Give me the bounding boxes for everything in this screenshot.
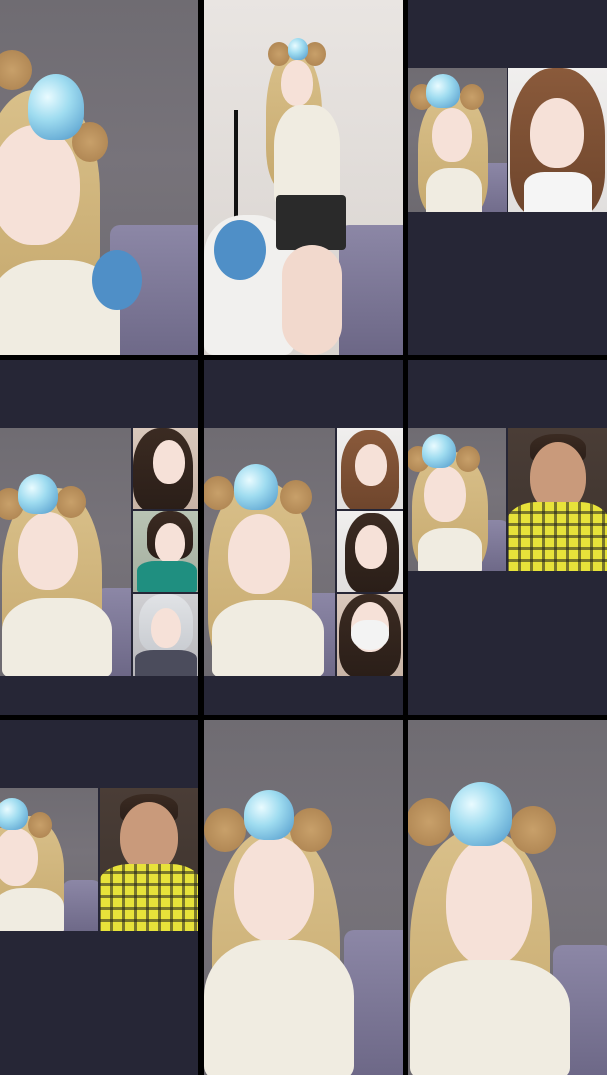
face bbox=[120, 802, 178, 872]
ruffled-top bbox=[204, 940, 354, 1075]
blue-hat bbox=[18, 474, 58, 514]
bear-ear-right bbox=[56, 486, 86, 518]
video-feed-main bbox=[204, 428, 335, 676]
teal-top bbox=[137, 561, 197, 592]
stream-tile-3[interactable] bbox=[408, 0, 607, 355]
face bbox=[18, 512, 78, 590]
video-feed-guest-2 bbox=[133, 511, 198, 592]
stream-tile-2[interactable] bbox=[204, 0, 403, 355]
plaid-shirt bbox=[508, 502, 607, 571]
bed bbox=[62, 880, 98, 931]
video-feed bbox=[0, 0, 198, 355]
bed bbox=[339, 225, 403, 355]
face bbox=[151, 608, 181, 648]
video-feed-right bbox=[508, 68, 607, 212]
bear-ear-left bbox=[268, 42, 290, 66]
face bbox=[0, 828, 38, 886]
face bbox=[530, 98, 584, 168]
face bbox=[228, 514, 290, 594]
white-shirt bbox=[524, 172, 592, 212]
blue-hat bbox=[0, 798, 28, 830]
video-feed-guest-2 bbox=[337, 511, 403, 592]
video-feed-guest-3 bbox=[337, 594, 403, 676]
video-feed-left bbox=[408, 428, 506, 571]
black-shorts bbox=[276, 195, 346, 250]
blue-hat bbox=[426, 74, 460, 108]
face bbox=[432, 108, 472, 162]
video-feed-left bbox=[0, 788, 98, 931]
stream-tile-7[interactable] bbox=[0, 720, 198, 1075]
stream-tile-8[interactable] bbox=[204, 720, 403, 1075]
bear-ear-right bbox=[28, 812, 52, 838]
face-mask bbox=[351, 620, 389, 650]
bear-ear-left bbox=[204, 808, 246, 852]
stream-tile-6[interactable] bbox=[408, 360, 607, 715]
face bbox=[355, 444, 387, 486]
blue-hat bbox=[234, 464, 278, 510]
blue-hat bbox=[244, 790, 294, 840]
face bbox=[446, 838, 532, 966]
stream-tile-9[interactable] bbox=[408, 720, 607, 1075]
ruffled-top bbox=[212, 600, 324, 676]
blue-hat bbox=[288, 38, 308, 60]
plush-toy bbox=[92, 250, 142, 310]
bear-ear-right bbox=[510, 806, 556, 854]
video-feed bbox=[408, 720, 607, 1075]
ruffled-top bbox=[2, 598, 112, 676]
bear-ear-right bbox=[460, 84, 484, 110]
face bbox=[355, 525, 387, 569]
video-feed-guest-3 bbox=[133, 594, 198, 676]
bear-ear-left bbox=[0, 50, 32, 90]
blue-hat bbox=[422, 434, 456, 468]
video-feed-main bbox=[0, 428, 131, 676]
blue-hat bbox=[28, 74, 84, 140]
stream-tile-5[interactable] bbox=[204, 360, 403, 715]
video-feed bbox=[204, 0, 403, 355]
video-feed-left bbox=[408, 68, 507, 212]
video-feed-right bbox=[508, 428, 607, 571]
stream-tile-1[interactable] bbox=[0, 0, 198, 355]
multi-stream-grid bbox=[0, 0, 607, 1075]
ruffled-top bbox=[426, 168, 482, 212]
video-feed-guest-1 bbox=[133, 428, 198, 509]
legs bbox=[282, 245, 342, 355]
face bbox=[424, 466, 466, 522]
suit bbox=[135, 650, 197, 676]
ruffled-top bbox=[274, 105, 340, 205]
ruffled-top bbox=[418, 528, 482, 571]
face bbox=[155, 523, 185, 563]
ruffled-top bbox=[410, 960, 570, 1075]
video-feed-right bbox=[100, 788, 198, 931]
bear-ear-right bbox=[280, 480, 312, 514]
plaid-shirt bbox=[100, 864, 198, 931]
stream-tile-4[interactable] bbox=[0, 360, 198, 715]
face bbox=[281, 60, 313, 106]
plush-toy bbox=[214, 220, 266, 280]
face bbox=[234, 836, 314, 942]
video-feed bbox=[204, 720, 403, 1075]
ruffled-top bbox=[0, 888, 64, 931]
blue-hat bbox=[450, 782, 512, 846]
bear-ear-left bbox=[408, 798, 452, 846]
video-feed-guest-1 bbox=[337, 428, 403, 509]
bear-ear-right bbox=[456, 446, 480, 472]
face bbox=[153, 440, 185, 484]
